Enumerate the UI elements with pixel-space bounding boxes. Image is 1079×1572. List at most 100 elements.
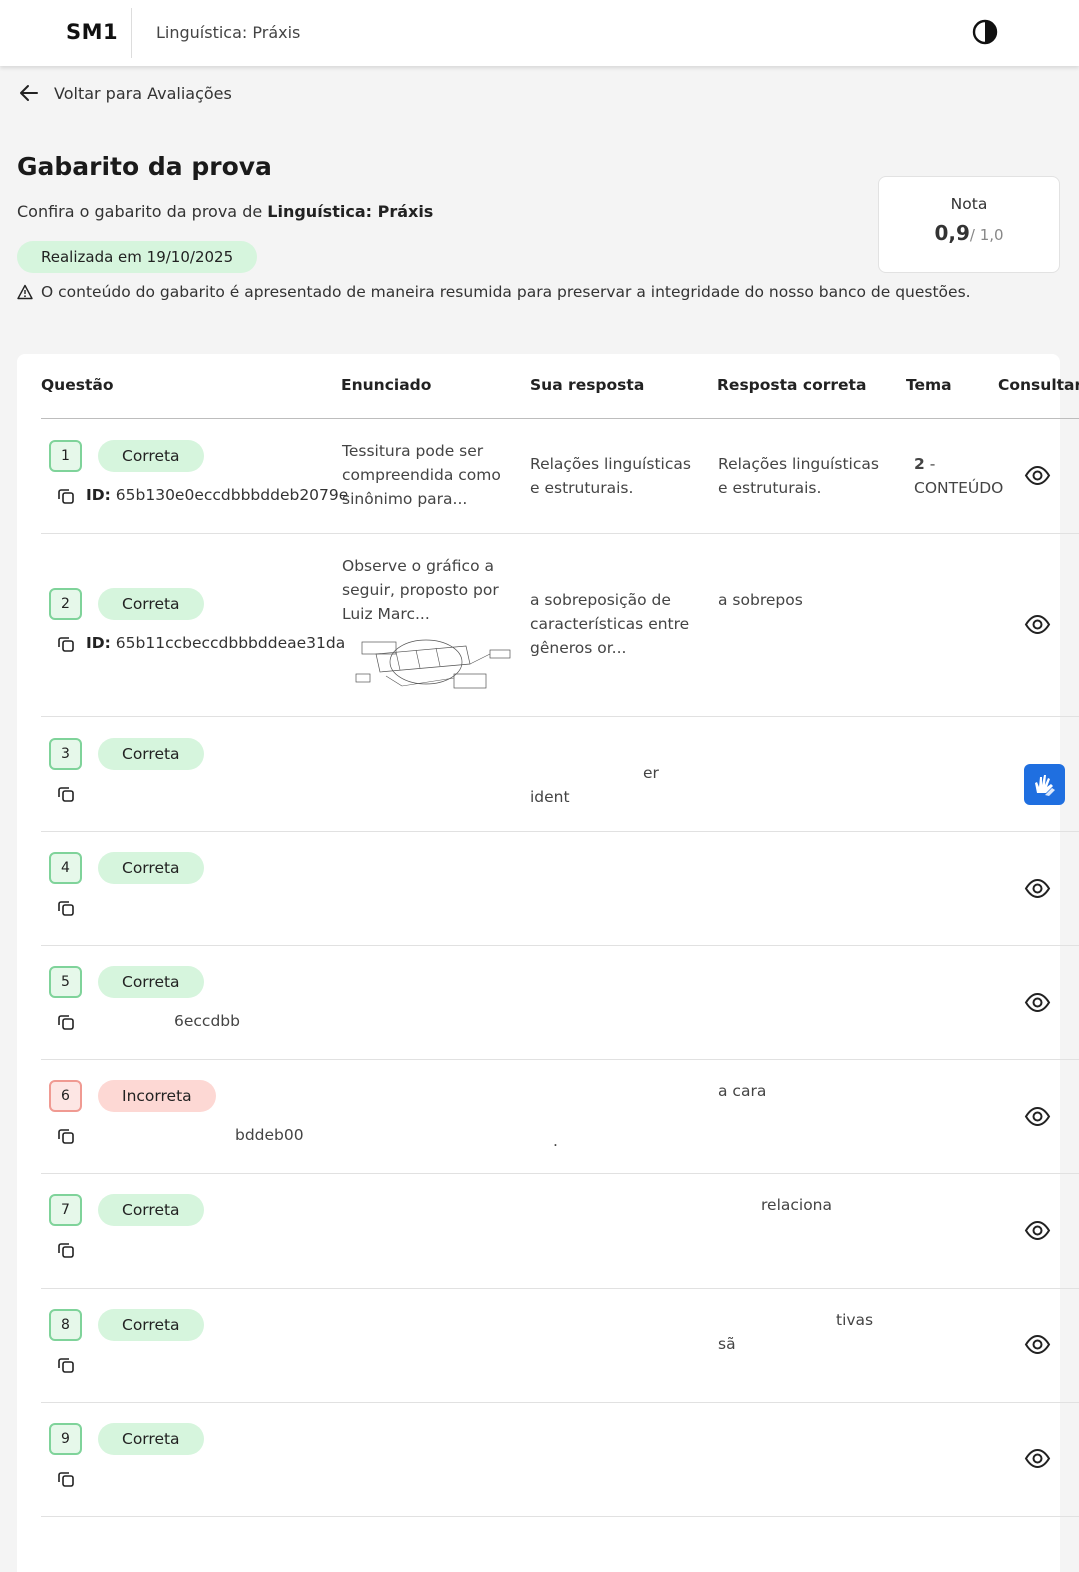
question-number: 2 <box>49 588 82 620</box>
question-id: ID: 65b11ccbeccdbbbddeae31da <box>86 634 345 652</box>
back-link-label: Voltar para Avaliações <box>54 83 232 103</box>
copy-icon[interactable] <box>57 1470 75 1488</box>
statement-graph-thumbnail <box>346 636 514 694</box>
correct-answer-cell: Relações linguísticas e estruturais. <box>718 455 879 497</box>
row-divider <box>41 1516 1079 1517</box>
page-title: Gabarito da prova <box>17 152 272 181</box>
status-badge: Correta <box>98 738 204 770</box>
copy-icon[interactable] <box>57 1356 75 1374</box>
grade-value: 0,9/ 1,0 <box>879 221 1059 245</box>
grade-score: 0,9 <box>934 221 970 245</box>
grade-label: Nota <box>950 195 988 213</box>
your-answer-cell: Relações linguísticas e estruturais. <box>530 455 691 497</box>
row-divider <box>41 716 1079 717</box>
theme-cell: 2 - CONTEÚDO <box>914 452 1014 500</box>
eye-icon[interactable] <box>1024 1217 1051 1244</box>
copy-icon[interactable] <box>57 487 75 505</box>
status-badge: Correta <box>98 1423 204 1455</box>
question-number: 7 <box>49 1194 82 1226</box>
row-divider <box>41 945 1079 946</box>
header-divider-line <box>41 418 1079 419</box>
sign-language-icon <box>1035 775 1055 796</box>
question-number: 8 <box>49 1309 82 1341</box>
eye-icon[interactable] <box>1024 1331 1051 1358</box>
copy-icon[interactable] <box>57 899 75 917</box>
theme-name: CONTEÚDO <box>914 479 1004 497</box>
date-badge: Realizada em 19/10/2025 <box>17 241 258 273</box>
answer-key-table <box>17 354 1060 1572</box>
copy-icon[interactable] <box>57 785 75 803</box>
status-badge: Correta <box>98 966 204 998</box>
column-header-consult: Consultar <box>998 376 1079 394</box>
question-number: 5 <box>49 966 82 998</box>
row-divider <box>41 1402 1079 1403</box>
status-badge: Correta <box>98 440 204 472</box>
question-id: ID: 65b130e0eccdbbbddeb2079e <box>86 486 348 504</box>
eye-icon[interactable] <box>1024 875 1051 902</box>
column-header-theme: Tema <box>906 376 952 394</box>
question-number: 9 <box>49 1423 82 1455</box>
correct-answer-cell: a sobrepos <box>718 591 803 609</box>
eye-icon[interactable] <box>1024 611 1051 638</box>
back-to-assessments-link[interactable]: Voltar para Avaliações <box>18 82 232 104</box>
grade-card: Nota 0,9/ 1,0 <box>878 176 1060 273</box>
theme-number: 2 <box>914 455 925 473</box>
your-answer-cell: a sobreposição de características entre … <box>530 591 690 657</box>
course-title: Linguística: Práxis <box>156 23 301 42</box>
column-header-statement: Enunciado <box>341 376 432 394</box>
integrity-warning: O conteúdo do gabarito é apresentado de … <box>17 283 971 301</box>
grade-max: / 1,0 <box>969 226 1004 244</box>
correct-answer-fragment: sã <box>718 1335 736 1353</box>
your-answer-fragment: er <box>643 764 659 782</box>
id-label: ID: <box>86 486 111 504</box>
subtitle-prefix: Confira o gabarito da prova de <box>17 202 268 221</box>
copy-icon[interactable] <box>57 1013 75 1031</box>
correct-answer-fragment: a cara <box>718 1082 767 1100</box>
subtitle-course: Linguística: Práxis <box>267 202 434 221</box>
column-header-question: Questão <box>41 376 114 394</box>
copy-icon[interactable] <box>57 1241 75 1259</box>
question-id-fragment: bddeb00 <box>235 1126 304 1144</box>
row-divider <box>41 1059 1079 1060</box>
theme-separator: - <box>924 455 936 473</box>
copy-icon[interactable] <box>57 1127 75 1145</box>
statement-cell: Observe o gráfico a seguir, proposto por… <box>342 557 499 623</box>
app-logo[interactable]: SM1 <box>66 20 118 44</box>
correct-answer-fragment: tivas <box>836 1311 874 1329</box>
id-value: 65b130e0eccdbbbddeb2079e <box>115 486 349 504</box>
column-header-your-answer: Sua resposta <box>530 376 645 394</box>
contrast-icon[interactable] <box>972 19 998 45</box>
status-badge: Correta <box>98 588 204 620</box>
id-label: ID: <box>86 634 111 652</box>
arrow-left-icon <box>20 85 38 101</box>
id-value: 65b11ccbeccdbbbddeae31da <box>115 634 346 652</box>
eye-icon[interactable] <box>1024 989 1051 1016</box>
row-divider <box>41 1288 1079 1289</box>
eye-icon[interactable] <box>1024 1445 1051 1472</box>
header-divider <box>131 8 132 58</box>
status-badge: Correta <box>98 852 204 884</box>
status-badge: Incorreta <box>98 1080 216 1112</box>
eye-icon[interactable] <box>1024 462 1051 489</box>
status-badge: Correta <box>98 1309 204 1341</box>
row-divider <box>41 1173 1079 1174</box>
row-divider <box>41 831 1079 832</box>
question-number: 6 <box>49 1080 82 1112</box>
your-answer-fragment: ident <box>530 788 570 806</box>
correct-answer-fragment: relaciona <box>761 1196 833 1214</box>
question-id-fragment: 6eccdbb <box>174 1012 240 1030</box>
statement-cell: Tessitura pode ser compreendida como sin… <box>342 442 501 508</box>
top-bar: SM1 Linguística: Práxis <box>0 0 1079 66</box>
page-subtitle: Confira o gabarito da prova de Linguísti… <box>17 202 433 221</box>
warning-icon <box>17 284 33 300</box>
question-number: 1 <box>49 440 82 472</box>
status-badge: Correta <box>98 1194 204 1226</box>
eye-icon[interactable] <box>1024 1103 1051 1130</box>
row-divider <box>41 533 1079 534</box>
question-number: 4 <box>49 852 82 884</box>
question-number: 3 <box>49 738 82 770</box>
copy-icon[interactable] <box>57 635 75 653</box>
column-header-correct-answer: Resposta correta <box>717 376 867 394</box>
warning-text: O conteúdo do gabarito é apresentado de … <box>41 283 971 301</box>
sign-language-button[interactable] <box>1024 764 1065 805</box>
